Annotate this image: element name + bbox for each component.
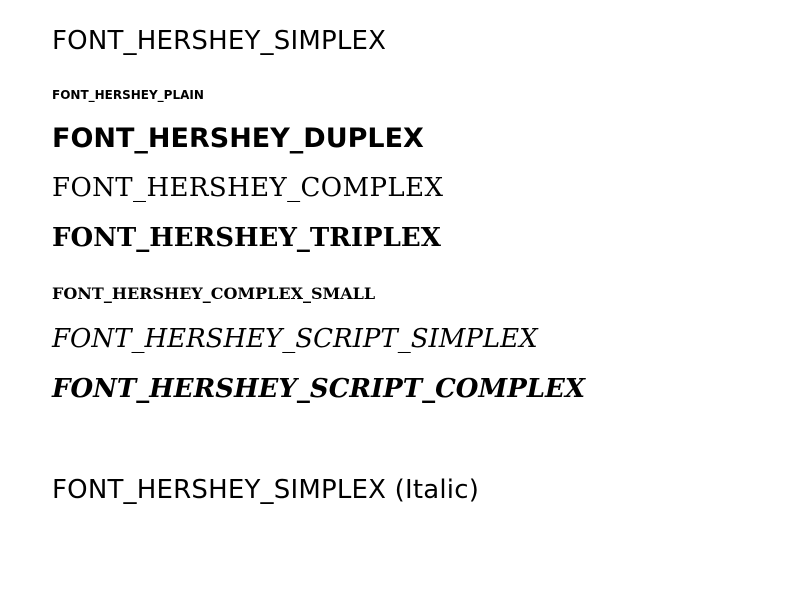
- sample-hershey-script-simplex: FONT_HERSHEY_SCRIPT_SIMPLEX: [52, 324, 538, 354]
- sample-hershey-triplex: FONT_HERSHEY_TRIPLEX: [52, 223, 441, 253]
- sample-hershey-complex: FONT_HERSHEY_COMPLEX: [52, 173, 444, 203]
- sample-hershey-simplex-italic: FONT_HERSHEY_SIMPLEX (Italic): [52, 475, 480, 505]
- sample-hershey-simplex: FONT_HERSHEY_SIMPLEX: [52, 26, 387, 56]
- sample-hershey-duplex: FONT_HERSHEY_DUPLEX: [52, 123, 424, 154]
- sample-hershey-complex-small: FONT_HERSHEY_COMPLEX_SMALL: [52, 284, 376, 303]
- sample-hershey-plain: FONT_HERSHEY_PLAIN: [52, 88, 204, 102]
- font-sample-canvas: { "samples": { "simplex": "FONT_HERSHEY_…: [0, 0, 800, 600]
- sample-hershey-script-complex: FONT_HERSHEY_SCRIPT_COMPLEX: [52, 374, 586, 404]
